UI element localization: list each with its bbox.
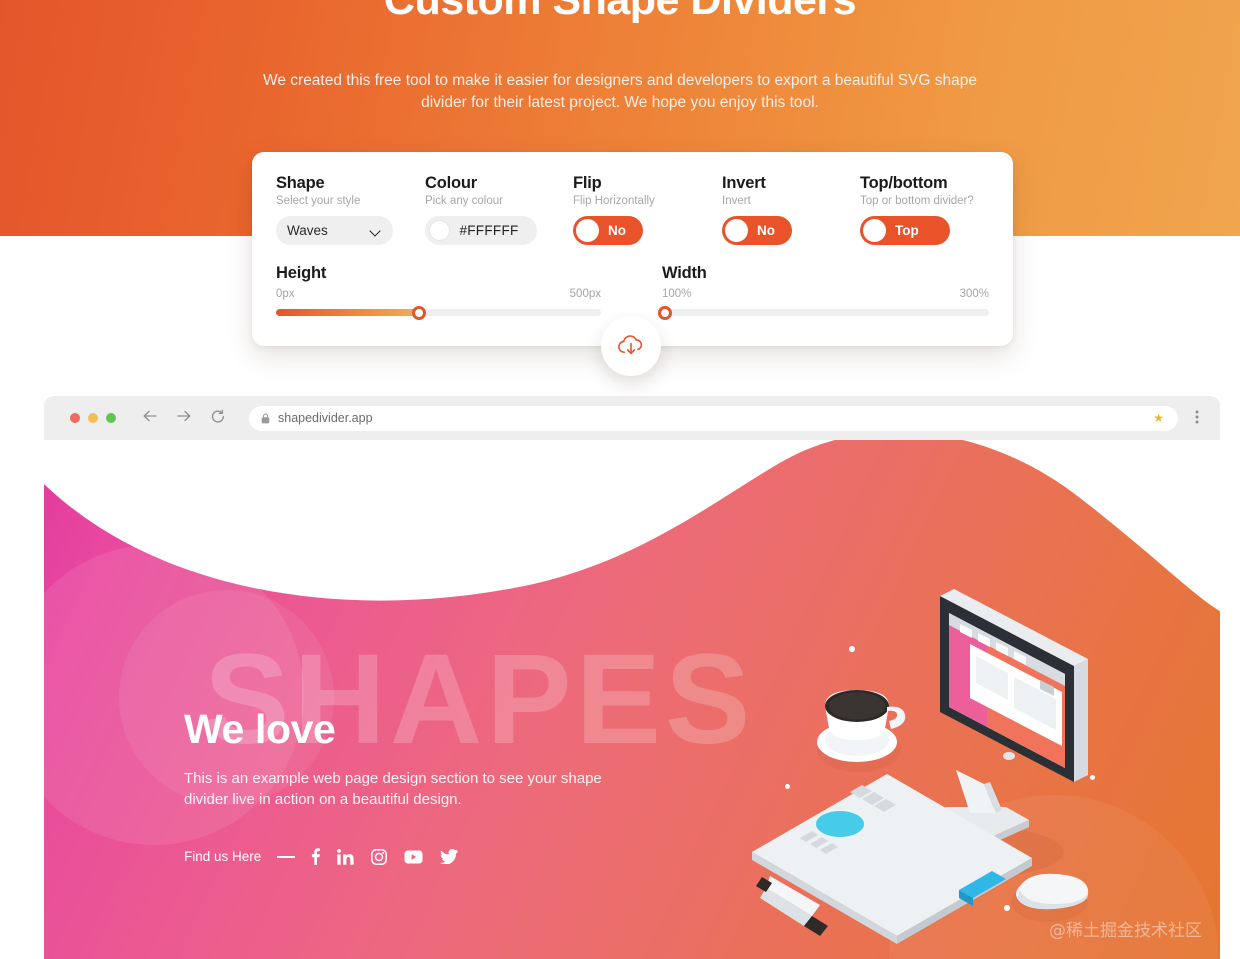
youtube-icon[interactable]: [404, 850, 423, 864]
height-slider-range: 0px 500px: [276, 288, 601, 302]
width-slider-range: 100% 300%: [662, 288, 989, 302]
divider-preview-stage: SHAPES We love This is an example web pa…: [44, 440, 1220, 959]
control-topbottom: Top/bottom Top or bottom divider?: [860, 174, 974, 207]
instagram-icon[interactable]: [371, 849, 387, 865]
flip-toggle-knob: [576, 219, 599, 242]
topbottom-toggle-label: Top: [895, 223, 919, 238]
control-colour-title: Colour: [425, 174, 477, 192]
preview-viewport: SHAPES We love This is an example web pa…: [44, 440, 1220, 959]
download-button[interactable]: [601, 316, 661, 376]
invert-toggle-knob: [725, 219, 748, 242]
topbottom-toggle-knob: [863, 219, 886, 242]
invert-toggle[interactable]: No: [722, 216, 792, 245]
arrow-left-icon[interactable]: [142, 409, 158, 427]
close-window-icon[interactable]: [70, 413, 80, 423]
height-slider-thumb[interactable]: [412, 305, 426, 320]
browser-nav-buttons: [142, 409, 226, 427]
height-slider-group: Height 0px 500px: [276, 264, 601, 320]
control-flip-title: Flip: [573, 174, 602, 192]
control-colour-subtitle: Pick any colour: [425, 195, 503, 207]
page-title: Custom Shape Dividers: [383, 0, 857, 24]
cloud-download-icon: [618, 335, 643, 355]
control-topbottom-subtitle: Top or bottom divider?: [860, 195, 974, 207]
find-us-row: Find us Here: [184, 848, 458, 865]
shape-select[interactable]: Waves: [276, 216, 393, 245]
isometric-desk-illustration: [744, 570, 1144, 959]
preview-body-text: This is an example web page design secti…: [184, 770, 602, 808]
height-slider-min: 0px: [276, 288, 295, 300]
width-slider-max: 300%: [959, 288, 989, 300]
width-slider-title: Width: [662, 264, 707, 282]
height-slider-track[interactable]: [276, 305, 601, 320]
url-text: shapedivider.app: [278, 411, 373, 425]
control-shape-title: Shape: [276, 174, 325, 192]
height-slider-fill: [276, 309, 419, 316]
control-flip: Flip Flip Horizontally: [573, 174, 655, 207]
control-shape-subtitle: Select your style: [276, 195, 361, 207]
flip-toggle-label: No: [608, 223, 626, 238]
find-us-label: Find us Here: [184, 849, 262, 864]
hero-subtitle: We created this free tool to make it eas…: [263, 72, 977, 111]
chevron-down-icon: [371, 226, 380, 235]
control-shape: Shape Select your style: [276, 174, 360, 207]
page-root: Custom Shape Dividers We created this fr…: [0, 0, 1240, 959]
arrow-right-icon[interactable]: [176, 409, 192, 427]
preview-headline: We love: [184, 706, 336, 752]
maximize-window-icon[interactable]: [106, 413, 116, 423]
width-slider-group: Width 100% 300%: [658, 264, 989, 320]
browser-mockup: shapedivider.app ★ SHAPES We love This i…: [44, 396, 1220, 959]
shape-select-value: Waves: [287, 223, 328, 238]
facebook-icon[interactable]: [311, 848, 320, 865]
control-invert: Invert Invert: [722, 174, 766, 207]
window-traffic-lights: [70, 413, 116, 423]
flip-toggle[interactable]: No: [573, 216, 643, 245]
width-slider-min: 100%: [662, 288, 692, 300]
site-watermark: @稀土掘金技术社区: [1049, 921, 1202, 941]
topbottom-toggle[interactable]: Top: [860, 216, 950, 245]
twitter-icon[interactable]: [440, 849, 458, 864]
colour-hex-value: #FFFFFF: [459, 223, 519, 238]
reload-icon[interactable]: [210, 409, 226, 427]
control-invert-title: Invert: [722, 174, 766, 192]
control-invert-subtitle: Invert: [722, 195, 751, 207]
width-slider-track[interactable]: [658, 305, 989, 320]
minimize-window-icon[interactable]: [88, 413, 98, 423]
kebab-menu-icon[interactable]: [1190, 409, 1204, 427]
width-slider-thumb[interactable]: [658, 305, 673, 320]
height-slider-max: 500px: [569, 288, 601, 300]
control-topbottom-title: Top/bottom: [860, 174, 948, 192]
height-slider-title: Height: [276, 264, 327, 282]
bookmark-star-icon[interactable]: ★: [1153, 411, 1164, 425]
divider-dash: [277, 856, 295, 858]
linkedin-icon[interactable]: [337, 849, 354, 865]
control-colour: Colour Pick any colour: [425, 174, 503, 207]
invert-toggle-label: No: [757, 223, 775, 238]
colour-swatch[interactable]: [430, 221, 449, 240]
colour-picker[interactable]: #FFFFFF: [425, 216, 537, 245]
control-flip-subtitle: Flip Horizontally: [573, 195, 655, 207]
lock-icon: [261, 412, 270, 424]
browser-chrome: shapedivider.app ★: [44, 396, 1220, 440]
url-bar[interactable]: shapedivider.app ★: [249, 405, 1178, 431]
